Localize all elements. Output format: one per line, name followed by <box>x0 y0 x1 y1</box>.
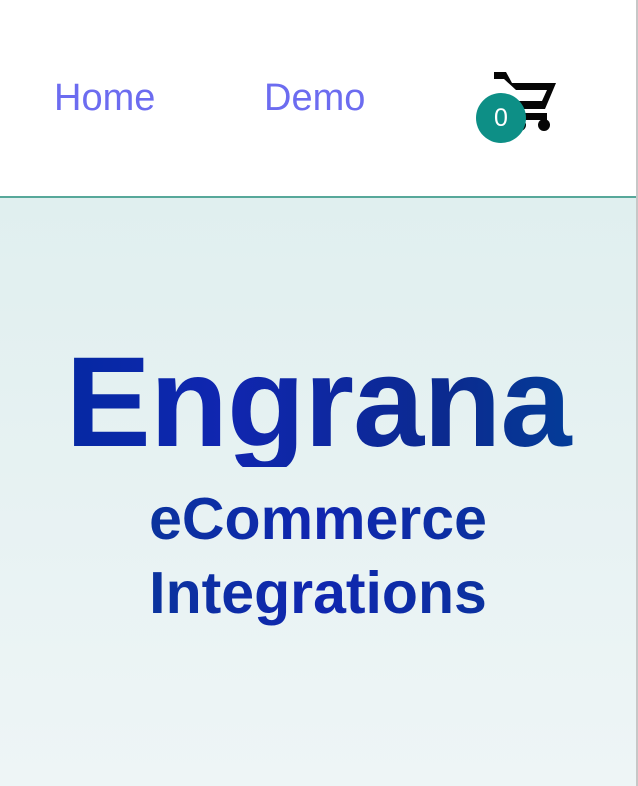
hero-title: Engrana <box>0 339 636 467</box>
hero-section: Engrana eCommerce Integrations <box>0 198 636 786</box>
hero-subtitle: eCommerce Integrations <box>0 482 636 630</box>
nav-home-link[interactable]: Home <box>54 74 155 122</box>
hero-subtitle-line-1: eCommerce <box>149 486 487 552</box>
page: Home Demo 0 Engrana eCommerce Integratio… <box>0 0 638 786</box>
cart-button[interactable]: 0 <box>474 62 566 146</box>
cart-count-badge: 0 <box>476 93 526 143</box>
hero-subtitle-line-2: Integrations <box>149 560 487 626</box>
nav-demo-link[interactable]: Demo <box>264 74 365 122</box>
top-navigation: Home Demo 0 <box>0 0 636 198</box>
